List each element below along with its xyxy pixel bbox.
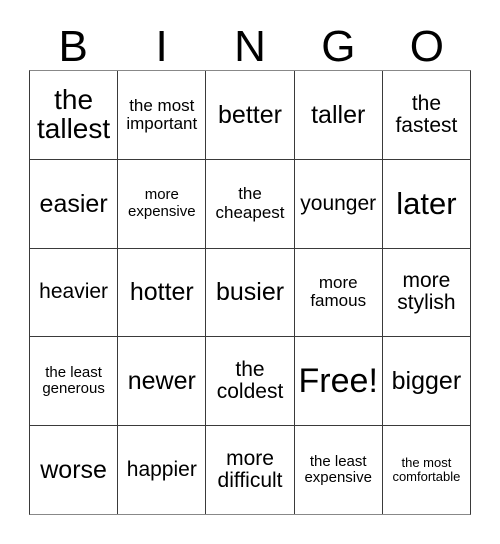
bingo-row: the least generous newer the coldest Fre… (30, 337, 471, 427)
bingo-cell-label: the most important (126, 95, 198, 133)
bingo-cell-label: the fastest (395, 91, 458, 137)
bingo-cell-label: busier (215, 278, 285, 307)
bingo-cell-g1[interactable]: taller (294, 71, 383, 159)
header-letter-n: N (234, 22, 266, 71)
bingo-cell-g5[interactable]: the least expensive (294, 426, 383, 514)
bingo-cell-i5[interactable]: happier (118, 426, 207, 514)
header-letter-i: I (155, 22, 168, 71)
bingo-row: easier more expensive the cheapest young… (30, 159, 471, 249)
bingo-cell-label: later (396, 186, 457, 222)
bingo-cell-label: the least generous (42, 363, 105, 398)
bingo-cell-o4[interactable]: bigger (382, 337, 471, 426)
bingo-grid: the tallest the most important better ta… (29, 70, 471, 515)
bingo-cell-i2[interactable]: more expensive (118, 159, 207, 248)
bingo-cell-label: the cheapest (215, 184, 285, 222)
bingo-cell-label: more famous (310, 273, 367, 311)
bingo-cell-label: taller (311, 100, 366, 129)
bingo-cell-label: more stylish (397, 269, 456, 315)
bingo-card: B I N G O the tallest the most important… (0, 0, 500, 544)
bingo-cell-label: hotter (129, 278, 194, 307)
bingo-cell-b1[interactable]: the tallest (30, 71, 119, 159)
bingo-cell-o5[interactable]: the most comfortable (382, 426, 471, 514)
bingo-row: the tallest the most important better ta… (30, 71, 471, 160)
bingo-cell-i3[interactable]: hotter (118, 248, 207, 337)
bingo-cell-i1[interactable]: the most important (118, 71, 207, 159)
bingo-row: heavier hotter busier more famous more s… (30, 248, 471, 338)
header-letter-b: B (58, 22, 88, 71)
bingo-cell-b3[interactable]: heavier (30, 248, 119, 337)
bingo-cell-label: the least expensive (304, 452, 372, 487)
bingo-cell-n3[interactable]: busier (206, 248, 295, 337)
bingo-header: B I N G O (29, 14, 471, 70)
bingo-cell-n4[interactable]: the coldest (206, 337, 295, 426)
bingo-cell-g3[interactable]: more famous (294, 248, 383, 337)
bingo-cell-label: more difficult (217, 446, 283, 493)
bingo-cell-label: worse (40, 456, 107, 485)
bingo-row: worse happier more difficult the least e… (30, 426, 471, 514)
bingo-cell-label: the tallest (37, 84, 111, 144)
bingo-cell-label: heavier (39, 280, 109, 304)
bingo-cell-i4[interactable]: newer (118, 337, 207, 426)
free-space-label: Free! (298, 362, 378, 401)
bingo-cell-label: newer (127, 367, 196, 396)
bingo-cell-n2[interactable]: the cheapest (206, 159, 295, 248)
bingo-cell-label: better (218, 100, 282, 129)
bingo-cell-n1[interactable]: better (206, 71, 295, 159)
bingo-cell-b5[interactable]: worse (30, 426, 119, 514)
header-letter-g: G (321, 22, 356, 71)
bingo-cell-o3[interactable]: more stylish (382, 248, 471, 337)
bingo-cell-label: more expensive (128, 186, 196, 220)
bingo-cell-o1[interactable]: the fastest (382, 71, 471, 159)
bingo-cell-b2[interactable]: easier (30, 159, 119, 248)
bingo-cell-n5[interactable]: more difficult (206, 426, 295, 514)
bingo-cell-label: younger (300, 191, 377, 215)
bingo-cell-label: bigger (391, 367, 462, 396)
bingo-cell-label: easier (39, 189, 108, 218)
bingo-cell-label: the most comfortable (392, 454, 461, 485)
header-letter-o: O (409, 22, 444, 71)
bingo-cell-free-space[interactable]: Free! (294, 337, 383, 426)
bingo-cell-g2[interactable]: younger (294, 159, 383, 248)
bingo-cell-o2[interactable]: later (382, 159, 471, 248)
bingo-cell-b4[interactable]: the least generous (30, 337, 119, 426)
bingo-cell-label: the coldest (216, 358, 284, 404)
bingo-cell-label: happier (126, 457, 197, 481)
